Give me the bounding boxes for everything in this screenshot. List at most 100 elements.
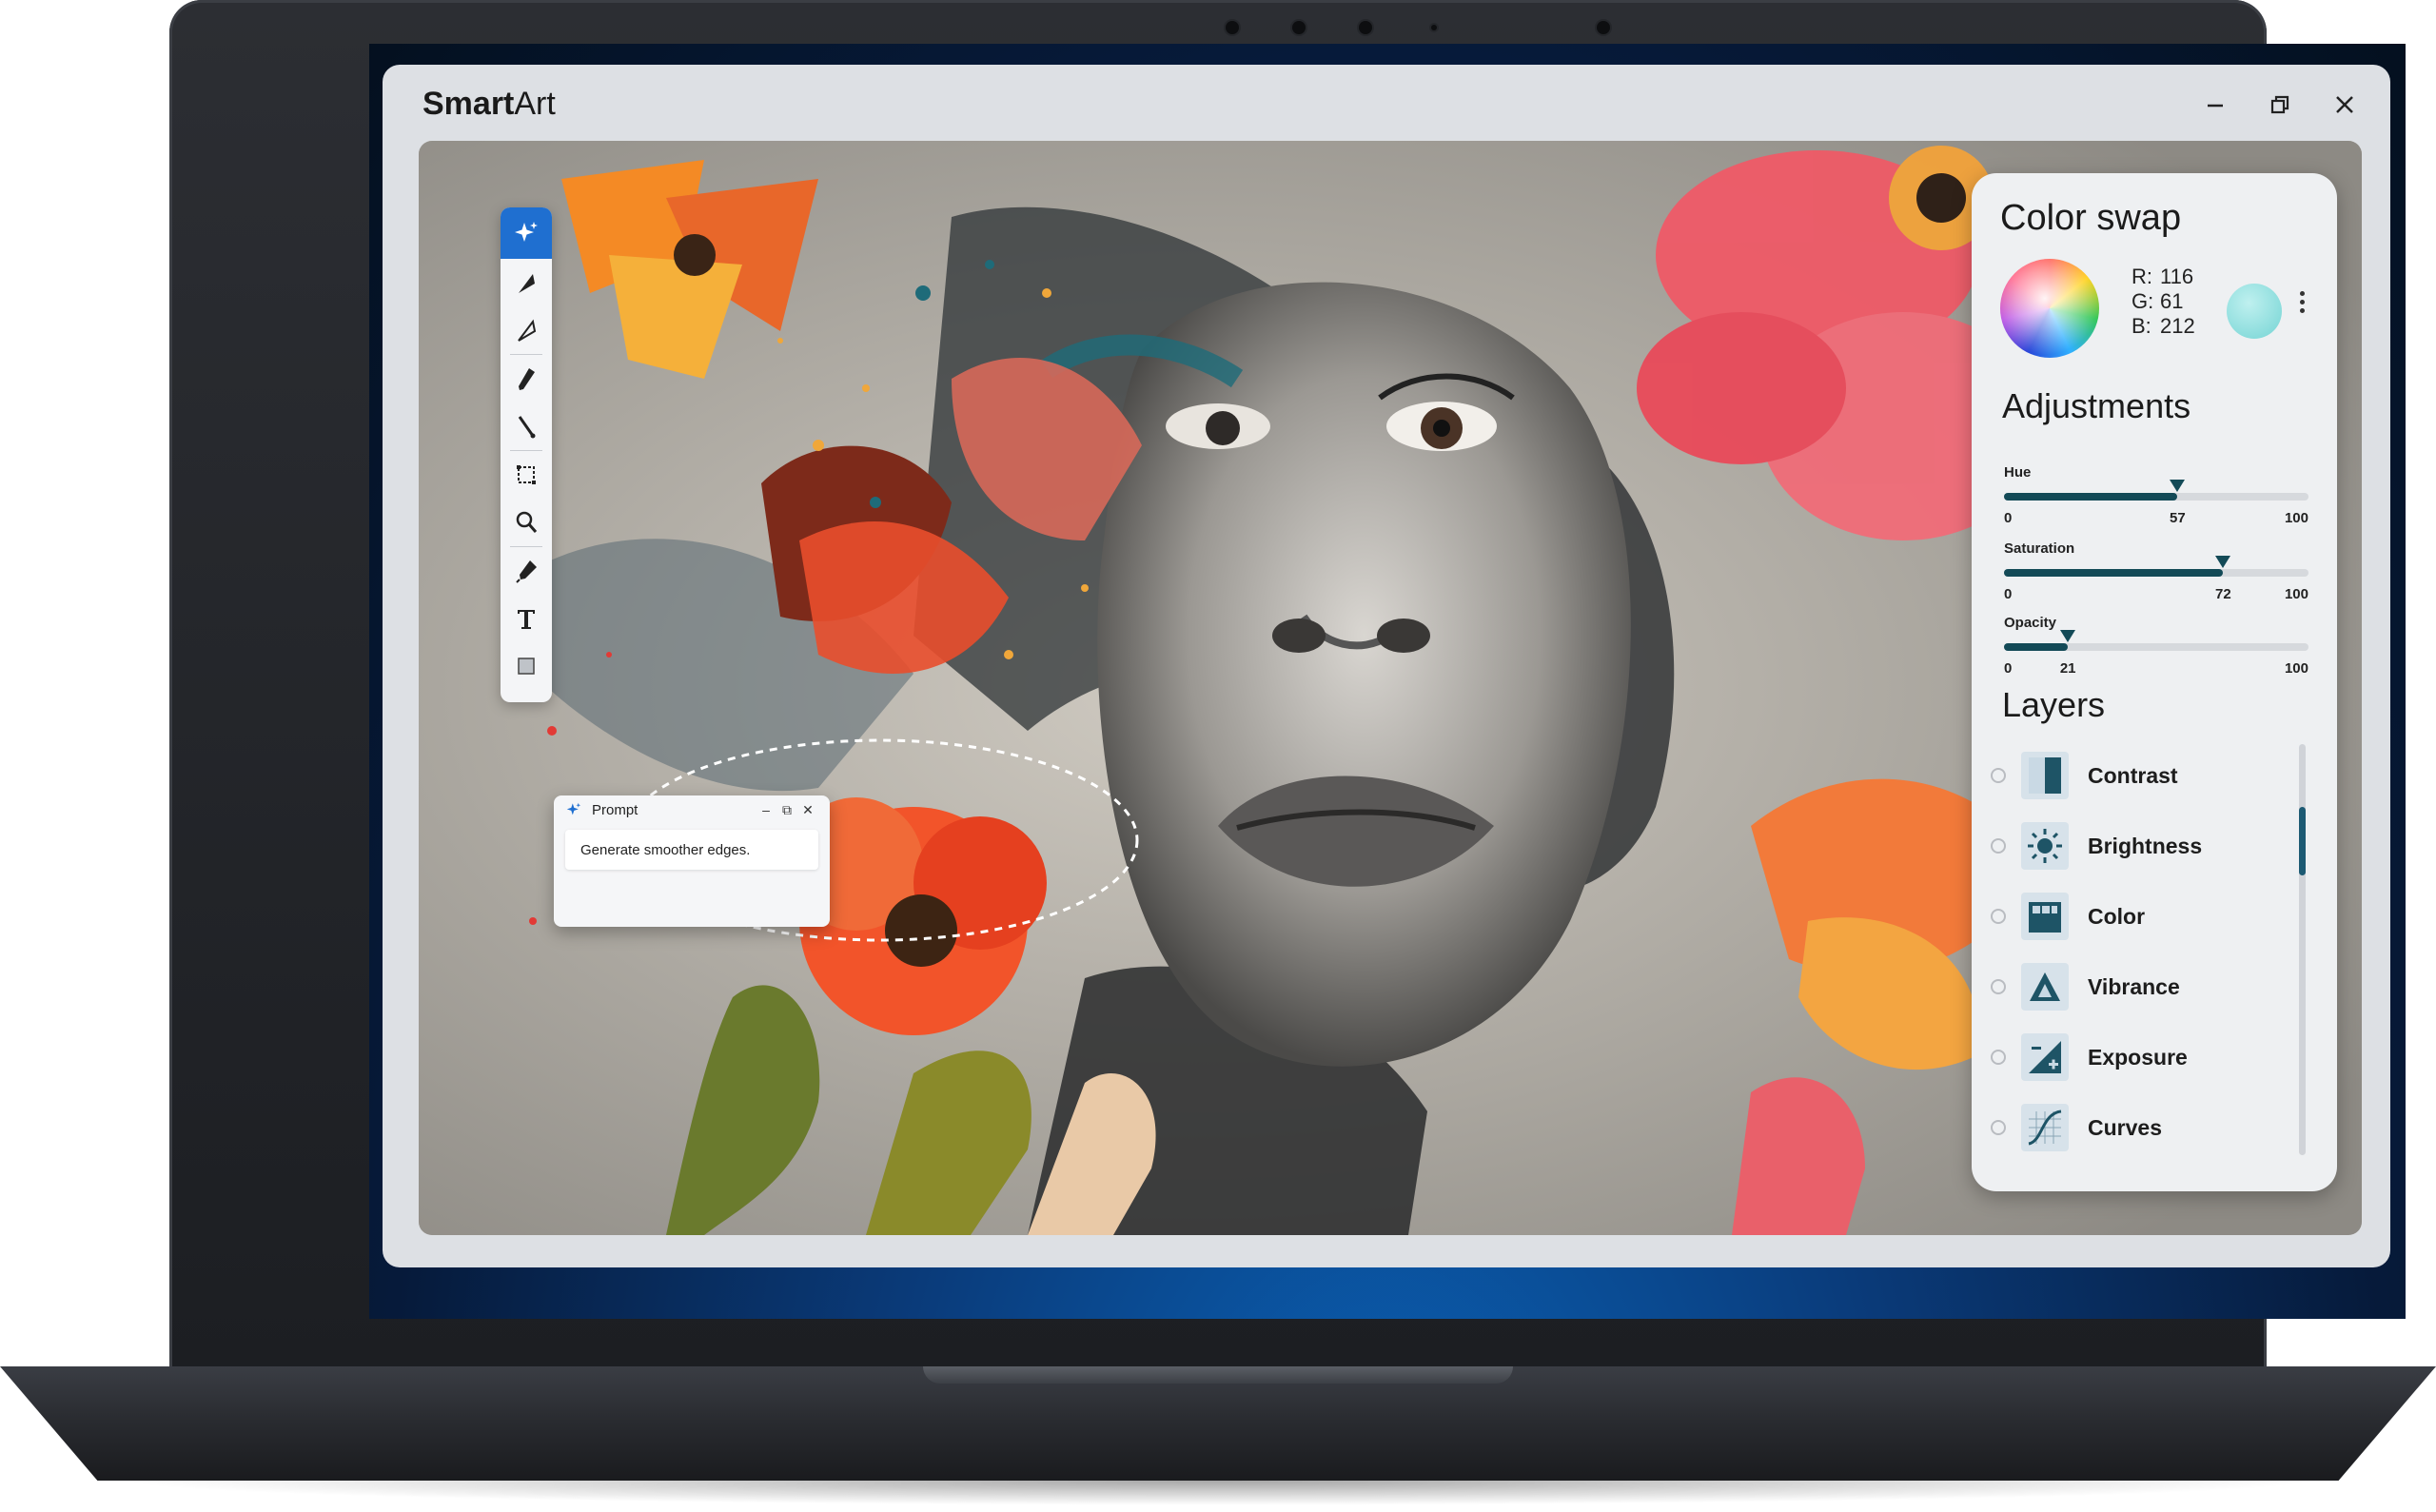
color-swatch[interactable] <box>2227 284 2282 339</box>
contrast-icon <box>2021 752 2069 799</box>
prompt-minimize-button[interactable]: – <box>756 802 776 817</box>
layer-name: Contrast <box>2088 762 2178 788</box>
indicator-icon <box>1431 25 1437 30</box>
hue-slider[interactable]: Hue 0 57 100 <box>2004 464 2308 535</box>
layer-radio[interactable] <box>1991 768 2006 783</box>
close-icon <box>2336 96 2353 113</box>
dropper-tool-button[interactable] <box>501 547 552 595</box>
crop-icon <box>517 465 536 484</box>
slider-thumb[interactable] <box>2060 630 2076 642</box>
prompt-input[interactable]: Generate smoother edges. <box>565 830 818 870</box>
brush-icon <box>518 416 536 439</box>
prompt-close-button[interactable]: ✕ <box>797 802 818 818</box>
slider-min: 0 <box>2004 660 2013 677</box>
slider-thumb[interactable] <box>2170 480 2186 492</box>
layer-radio[interactable] <box>1991 1120 2006 1135</box>
app-title: SmartArt <box>422 86 556 122</box>
fill-tool-button[interactable] <box>501 642 552 690</box>
layer-exposure[interactable]: Exposure <box>1991 1022 2295 1092</box>
slider-min: 0 <box>2004 586 2013 602</box>
layer-radio[interactable] <box>1991 979 2006 994</box>
select-tool-button[interactable] <box>501 259 552 306</box>
layer-name: Vibrance <box>2088 973 2180 999</box>
slider-max: 100 <box>2284 510 2308 526</box>
b-label: B: <box>2132 314 2151 338</box>
restore-button[interactable] <box>2259 84 2301 126</box>
arrow-select-icon <box>519 274 535 293</box>
prompt-title: Prompt <box>592 801 638 818</box>
layers-scroll-thumb[interactable] <box>2299 807 2306 875</box>
minimize-icon <box>2208 104 2223 108</box>
layers-list: Contrast Brightness Color Vibrance Expos… <box>1991 740 2295 1163</box>
brightness-icon <box>2021 822 2069 870</box>
tool-palette <box>501 207 552 702</box>
minimize-button[interactable] <box>2194 84 2236 126</box>
text-tool-button[interactable] <box>501 595 552 642</box>
layer-radio[interactable] <box>1991 909 2006 924</box>
slider-value: 72 <box>2215 586 2231 602</box>
prompt-dialog: Prompt – ⧉ ✕ Generate smoother edges. <box>554 795 830 927</box>
opacity-slider[interactable]: Opacity 0 21 100 <box>2004 615 2308 685</box>
b-value: 212 <box>2160 314 2195 338</box>
screen: SmartArt Prompt – ⧉ ✕ Generate smoother … <box>369 44 2406 1319</box>
slider-value: 21 <box>2059 660 2076 677</box>
layer-brightness[interactable]: Brightness <box>1991 811 2295 881</box>
rgb-readout: R: 116 G: 61 B: 212 <box>2132 265 2195 339</box>
slider-thumb[interactable] <box>2215 556 2231 568</box>
saturation-slider[interactable]: Saturation 0 72 100 <box>2004 540 2308 611</box>
layer-radio[interactable] <box>1991 838 2006 854</box>
pen-tool-button[interactable] <box>501 355 552 403</box>
r-value: 116 <box>2160 265 2194 288</box>
direct-select-tool-button[interactable] <box>501 306 552 354</box>
laptop-shadow <box>114 1481 2322 1505</box>
layer-name: Color <box>2088 903 2146 929</box>
ai-tool-button[interactable] <box>501 207 552 259</box>
slider-label: Opacity <box>2004 615 2057 631</box>
layer-color[interactable]: Color <box>1991 881 2295 952</box>
r-label: R: <box>2132 265 2152 288</box>
dropper-icon <box>516 560 537 583</box>
laptop-base <box>0 1366 2436 1481</box>
prompt-header: Prompt – ⧉ ✕ <box>554 795 830 824</box>
text-icon <box>518 610 535 629</box>
crop-tool-button[interactable] <box>501 451 552 499</box>
slider-max: 100 <box>2284 660 2308 677</box>
prompt-restore-button[interactable]: ⧉ <box>776 802 797 818</box>
layer-name: Exposure <box>2088 1044 2188 1070</box>
app-window: SmartArt Prompt – ⧉ ✕ Generate smoother … <box>383 65 2390 1267</box>
ai-sparkle-icon <box>566 802 581 815</box>
zoom-tool-button[interactable] <box>501 499 552 546</box>
layers-scrollbar[interactable] <box>2299 744 2306 1155</box>
brush-tool-button[interactable] <box>501 403 552 450</box>
layer-contrast[interactable]: Contrast <box>1991 740 2295 811</box>
close-button[interactable] <box>2324 84 2366 126</box>
color-wheel[interactable] <box>2000 259 2099 358</box>
fill-icon <box>518 658 535 675</box>
webcam-bar <box>1226 13 1625 40</box>
more-options-icon[interactable] <box>2295 287 2308 325</box>
layer-name: Curves <box>2088 1114 2162 1140</box>
slider-label: Saturation <box>2004 540 2075 557</box>
laptop-hinge <box>923 1366 1513 1384</box>
layer-vibrance[interactable]: Vibrance <box>1991 952 2295 1022</box>
slider-min: 0 <box>2004 510 2013 526</box>
slider-max: 100 <box>2284 586 2308 602</box>
laptop-lid: SmartArt Prompt – ⧉ ✕ Generate smoother … <box>169 0 2406 1382</box>
sensor-icon <box>1359 21 1372 34</box>
layers-title: Layers <box>2002 685 2106 724</box>
color-icon <box>2021 893 2069 940</box>
curves-icon <box>2021 1104 2069 1151</box>
slider-label: Hue <box>2004 464 2032 481</box>
artwork-canvas[interactable]: Prompt – ⧉ ✕ Generate smoother edges. Co… <box>419 141 2362 1235</box>
layer-radio[interactable] <box>1991 1050 2006 1065</box>
g-value: 61 <box>2160 289 2184 313</box>
zoom-icon <box>516 511 538 533</box>
restore-icon <box>2270 95 2289 114</box>
slider-fill <box>2004 569 2224 577</box>
ai-sparkle-icon <box>515 222 538 242</box>
layer-curves[interactable]: Curves <box>1991 1092 2295 1163</box>
vibrance-icon <box>2021 963 2069 1011</box>
layer-name: Brightness <box>2088 833 2203 858</box>
color-swap-title: Color swap <box>2000 198 2182 238</box>
slider-value: 57 <box>2170 510 2186 526</box>
